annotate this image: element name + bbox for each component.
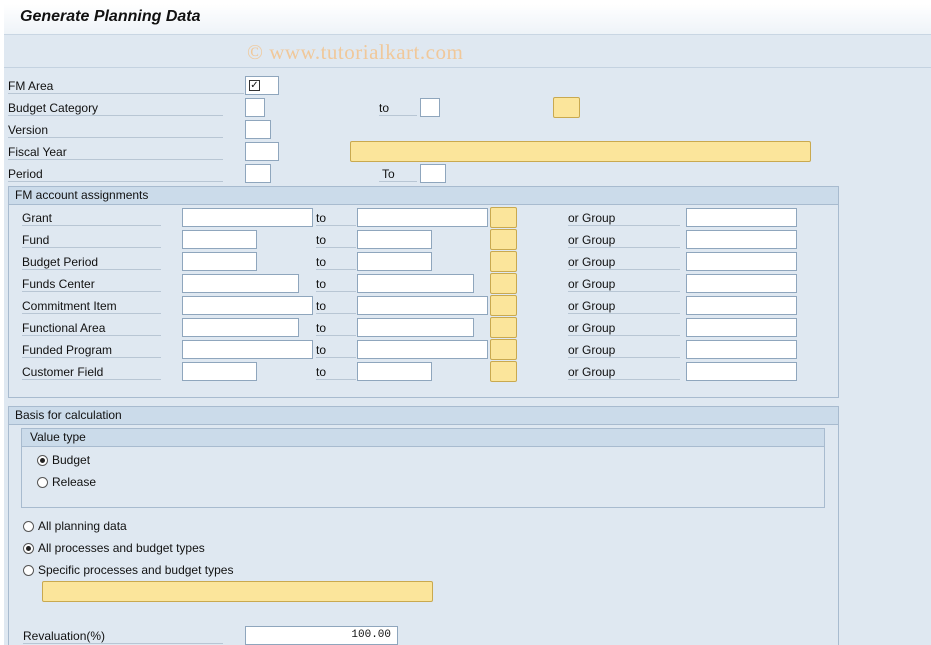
specific-processes-label: Specific processes and budget types <box>38 563 234 577</box>
funds-center-group-field[interactable] <box>686 274 797 293</box>
budget-period-group-field[interactable] <box>686 252 797 271</box>
all-planning-data-radio[interactable] <box>23 521 34 532</box>
functional-area-from-field[interactable] <box>182 318 299 337</box>
fiscal-year-description <box>350 141 811 162</box>
functional-area-or-group-label: or Group <box>568 321 680 336</box>
commitment-item-label: Commitment Item <box>22 299 161 314</box>
page-title: Generate Planning Data <box>20 8 201 25</box>
budget-category-label: Budget Category <box>8 101 223 116</box>
grant-to-field[interactable] <box>357 208 488 227</box>
specific-processes-button[interactable] <box>42 581 433 602</box>
revaluation-field[interactable]: 100.00 <box>245 626 398 645</box>
release-radio-label: Release <box>52 475 97 489</box>
commitment-item-group-field[interactable] <box>686 296 797 315</box>
value-type-header: Value type <box>22 429 824 447</box>
budget-period-label: Budget Period <box>22 255 161 270</box>
budget-period-to-label: to <box>316 255 356 270</box>
funded-program-label: Funded Program <box>22 343 161 358</box>
watermark: © www.tutorialkart.com <box>247 40 464 64</box>
period-to-label: To <box>379 167 417 182</box>
customer-field-label: Customer Field <box>22 365 161 380</box>
functional-area-group-field[interactable] <box>686 318 797 337</box>
fund-or-group-label: or Group <box>568 233 680 248</box>
budget-period-multiple-selection-button[interactable] <box>490 251 517 272</box>
application-toolbar: © www.tutorialkart.com <box>4 35 931 68</box>
customer-field-to-field[interactable] <box>357 362 432 381</box>
grant-group-field[interactable] <box>686 208 797 227</box>
specific-processes-radio[interactable] <box>23 565 34 576</box>
funded-program-or-group-label: or Group <box>568 343 680 358</box>
grant-label: Grant <box>22 211 161 226</box>
all-processes-radio[interactable] <box>23 543 34 554</box>
commitment-item-to-label: to <box>316 299 356 314</box>
revaluation-label: Revaluation(%) <box>23 629 223 644</box>
grant-from-field[interactable] <box>182 208 313 227</box>
fiscal-year-label: Fiscal Year <box>8 145 223 160</box>
fm-area-label: FM Area <box>8 79 244 94</box>
funded-program-group-field[interactable] <box>686 340 797 359</box>
customer-field-group-field[interactable] <box>686 362 797 381</box>
all-processes-label: All processes and budget types <box>38 541 205 555</box>
commitment-item-from-field[interactable] <box>182 296 313 315</box>
fiscal-year-field[interactable] <box>245 142 279 161</box>
funds-center-from-field[interactable] <box>182 274 299 293</box>
multiple-selection-button[interactable] <box>553 97 580 118</box>
budget-category-to-label: to <box>379 101 417 116</box>
fund-label: Fund <box>22 233 161 248</box>
release-radio[interactable] <box>37 477 48 488</box>
customer-field-multiple-selection-button[interactable] <box>490 361 517 382</box>
all-planning-data-label: All planning data <box>38 519 127 533</box>
fm-area-field[interactable]: ✓ <box>245 76 279 95</box>
grant-to-label: to <box>316 211 356 226</box>
customer-field-from-field[interactable] <box>182 362 257 381</box>
budget-radio[interactable] <box>37 455 48 466</box>
fm-account-assignments-header: FM account assignments <box>9 187 838 205</box>
funds-center-multiple-selection-button[interactable] <box>490 273 517 294</box>
selection-screen: FM Area ✓ Budget Category to Version Fis… <box>4 68 931 645</box>
customer-field-to-label: to <box>316 365 356 380</box>
functional-area-multiple-selection-button[interactable] <box>490 317 517 338</box>
funds-center-to-label: to <box>316 277 356 292</box>
fund-to-label: to <box>316 233 356 248</box>
budget-radio-label: Budget <box>52 453 91 467</box>
commitment-item-to-field[interactable] <box>357 296 488 315</box>
period-to-field[interactable] <box>420 164 446 183</box>
period-label: Period <box>8 167 223 182</box>
customer-field-or-group-label: or Group <box>568 365 680 380</box>
funded-program-to-field[interactable] <box>357 340 488 359</box>
grant-multiple-selection-button[interactable] <box>490 207 517 228</box>
functional-area-to-field[interactable] <box>357 318 474 337</box>
budget-period-to-field[interactable] <box>357 252 432 271</box>
version-field[interactable] <box>245 120 271 139</box>
functional-area-label: Functional Area <box>22 321 161 336</box>
funds-center-or-group-label: or Group <box>568 277 680 292</box>
fm-area-check-icon: ✓ <box>249 80 260 91</box>
commitment-item-or-group-label: or Group <box>568 299 680 314</box>
fund-to-field[interactable] <box>357 230 432 249</box>
budget-period-or-group-label: or Group <box>568 255 680 270</box>
fund-from-field[interactable] <box>182 230 257 249</box>
budget-category-to-field[interactable] <box>420 98 440 117</box>
value-type-group: Value type <box>21 428 825 508</box>
basis-for-calculation-header: Basis for calculation <box>9 407 838 425</box>
funds-center-to-field[interactable] <box>357 274 474 293</box>
fund-multiple-selection-button[interactable] <box>490 229 517 250</box>
funded-program-to-label: to <box>316 343 356 358</box>
grant-or-group-label: or Group <box>568 211 680 226</box>
period-from-field[interactable] <box>245 164 271 183</box>
funded-program-from-field[interactable] <box>182 340 313 359</box>
functional-area-to-label: to <box>316 321 356 336</box>
funded-program-multiple-selection-button[interactable] <box>490 339 517 360</box>
budget-category-from-field[interactable] <box>245 98 265 117</box>
version-label: Version <box>8 123 223 138</box>
budget-period-from-field[interactable] <box>182 252 257 271</box>
commitment-item-multiple-selection-button[interactable] <box>490 295 517 316</box>
title-bar: Generate Planning Data <box>4 4 931 35</box>
fund-group-field[interactable] <box>686 230 797 249</box>
funds-center-label: Funds Center <box>22 277 161 292</box>
